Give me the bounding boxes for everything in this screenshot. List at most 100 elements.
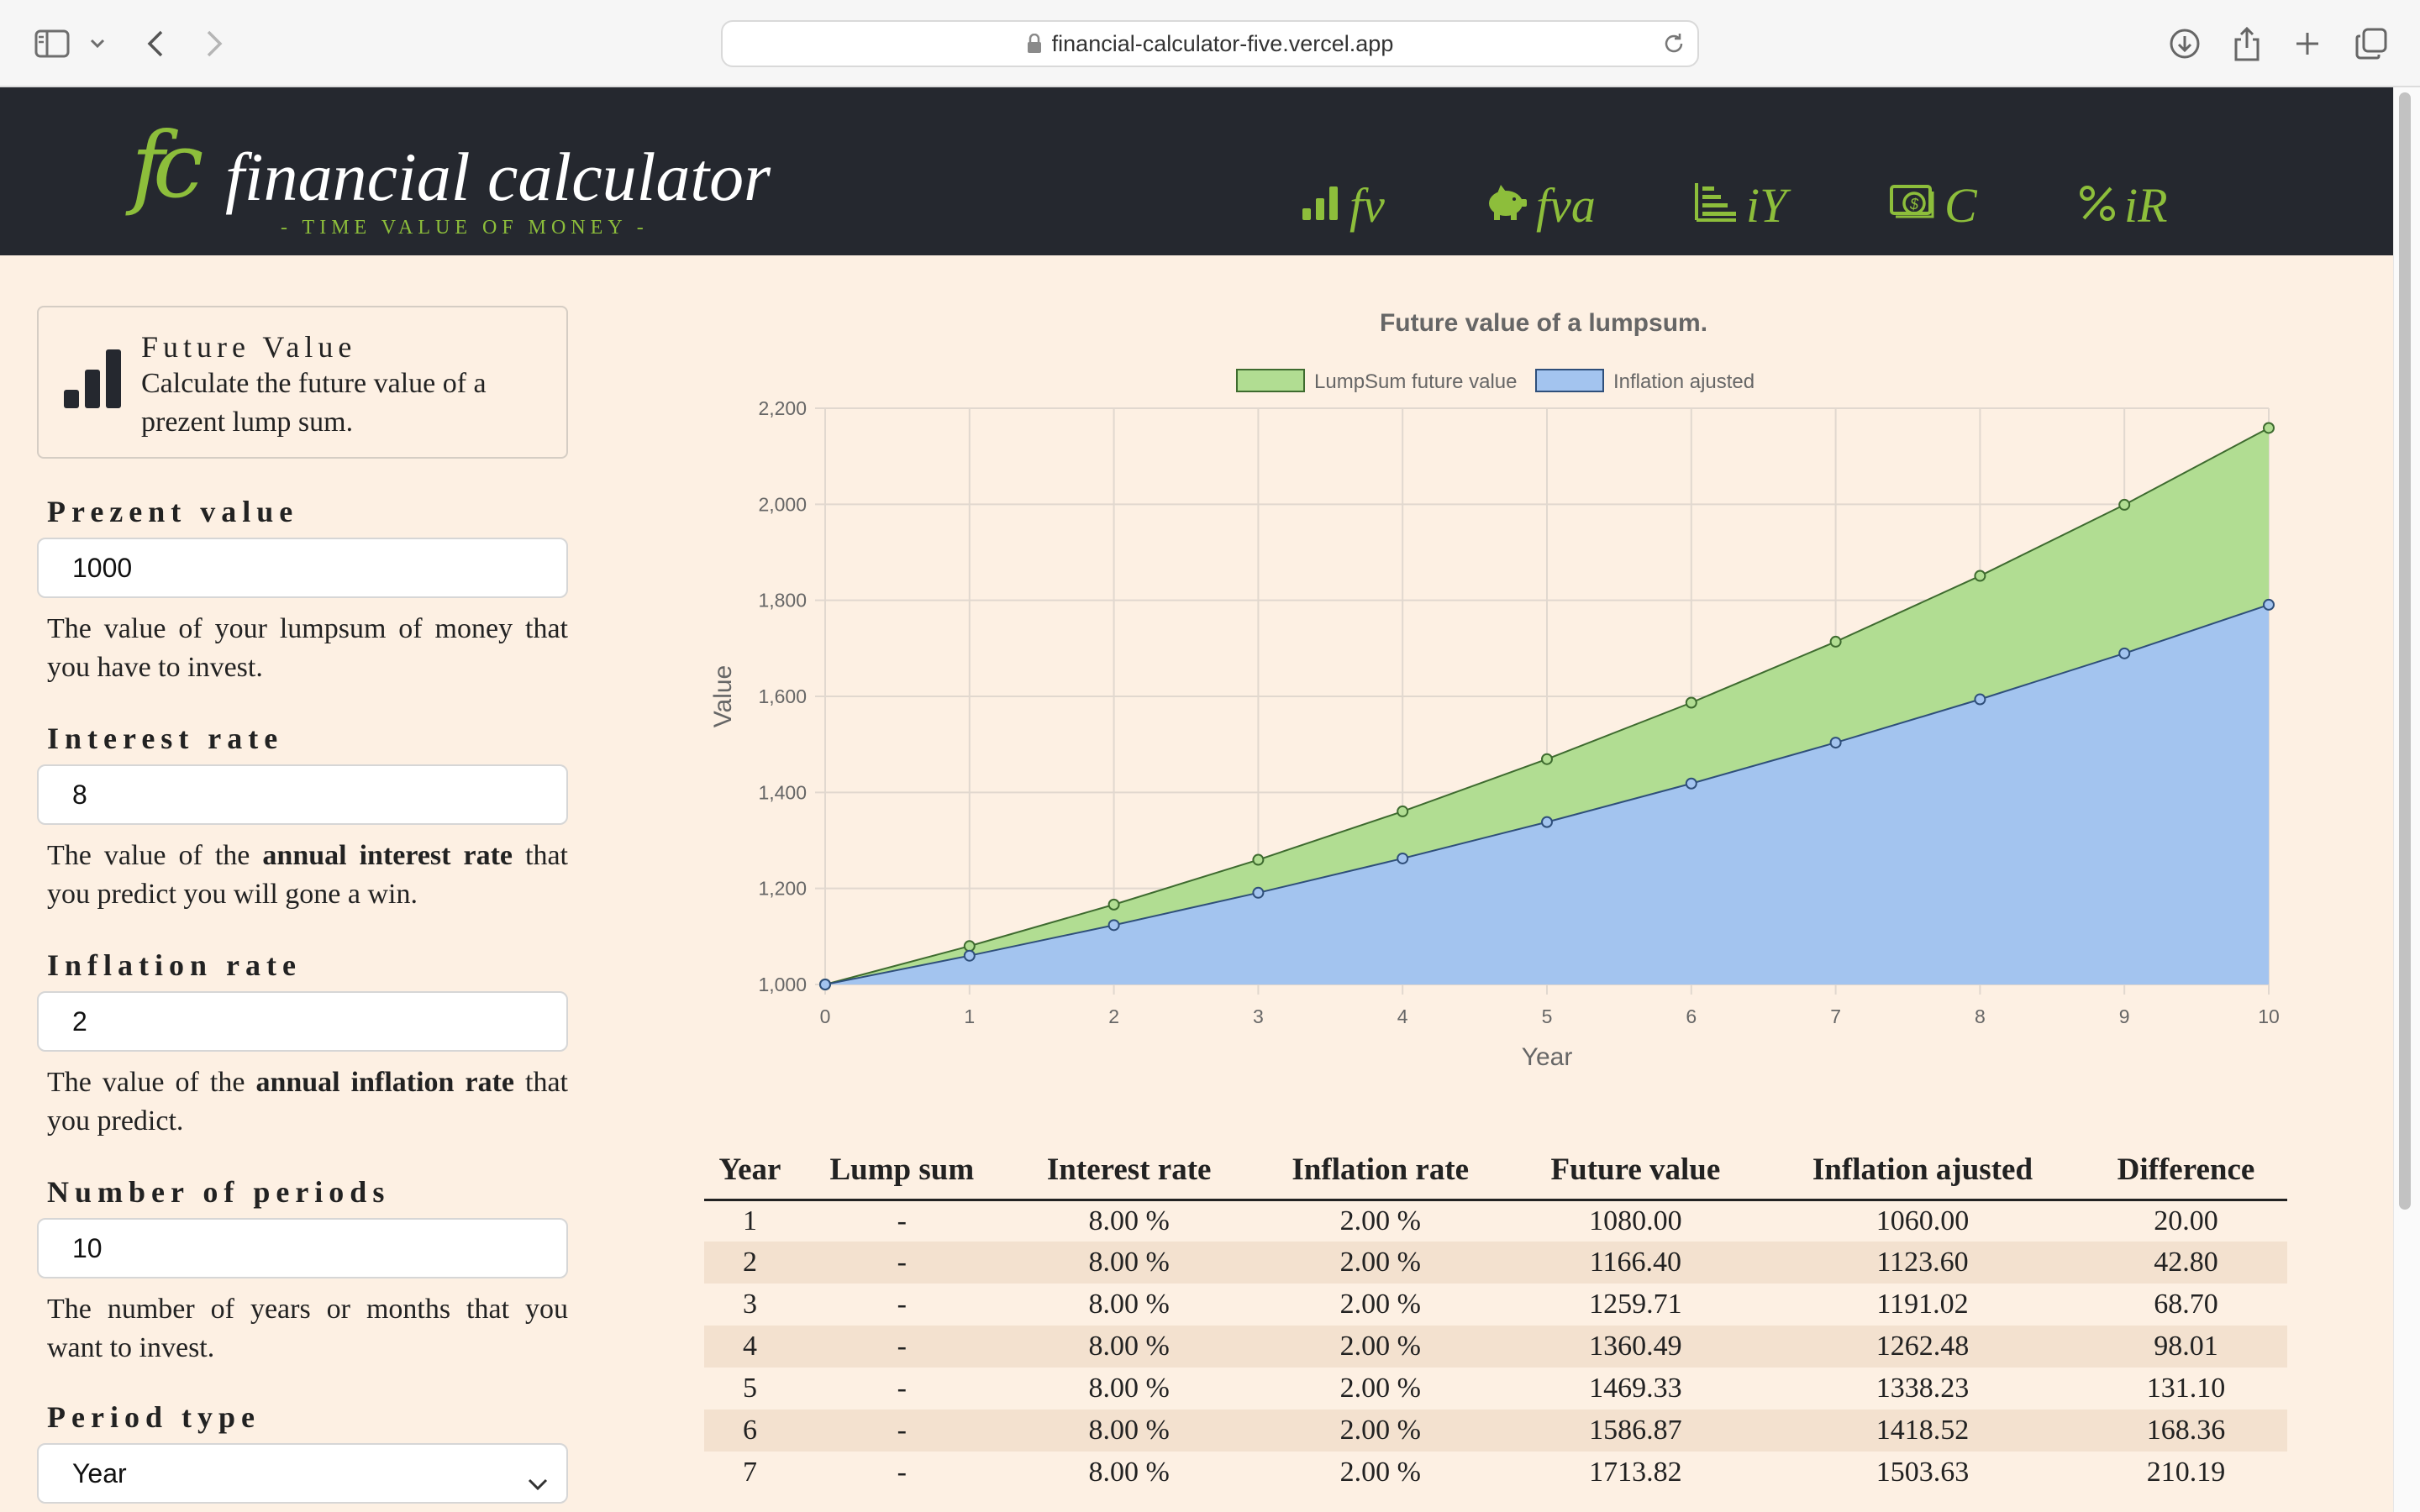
column-header-lump-sum: Lump sum — [795, 1141, 1008, 1201]
data-point-0 — [1541, 753, 1553, 765]
table-cell: 1259.71 — [1589, 1289, 1682, 1320]
table-cell: 8.00 % — [1088, 1457, 1170, 1488]
data-point-1 — [2118, 647, 2131, 659]
table-cell: 2.00 % — [1339, 1289, 1421, 1320]
data-point-0 — [1974, 570, 1986, 582]
table-cell: 2.00 % — [1339, 1373, 1421, 1404]
x-tick-label: 10 — [2258, 1005, 2280, 1027]
tabs-overview-icon[interactable] — [2353, 22, 2390, 66]
nav-c[interactable]: $ C — [1889, 171, 1977, 239]
share-icon[interactable] — [2228, 22, 2265, 66]
browser-toolbar: financial-calculator-five.vercel.app — [0, 0, 2420, 87]
table-cell: 1360.49 — [1510, 1326, 1760, 1368]
logo-subtitle: - TIME VALUE OF MONEY - — [281, 217, 649, 239]
x-tick-label: 2 — [1108, 1005, 1119, 1027]
nav-ir[interactable]: iR — [2079, 171, 2168, 239]
interest-rate-input[interactable] — [37, 764, 568, 825]
table-cell: 3 — [742, 1289, 757, 1320]
y-tick-label: 1,000 — [758, 974, 807, 995]
table-cell: 2 — [704, 1242, 796, 1284]
y-tick-label: 1,600 — [758, 685, 807, 707]
calculator-info-card: Future Value Calculate the future value … — [37, 306, 568, 459]
address-bar[interactable]: financial-calculator-five.vercel.app — [721, 20, 1699, 67]
table-cell: 8.00 % — [1007, 1326, 1250, 1368]
table-cell: - — [897, 1205, 907, 1236]
y-tick-label: 1,200 — [758, 878, 807, 900]
url-text: financial-calculator-five.vercel.app — [1051, 30, 1394, 56]
table-cell: 8.00 % — [1007, 1242, 1250, 1284]
table-cell: 1503.63 — [1876, 1457, 1970, 1488]
table-cell: 8.00 % — [1088, 1205, 1170, 1236]
table-row: 2-8.00 % 2.00 % 1166.40 1123.60 42.80 — [704, 1242, 2287, 1284]
table-cell: 1262.48 — [1760, 1326, 2085, 1368]
inflation-rate-input[interactable] — [37, 991, 568, 1052]
data-point-1 — [1107, 919, 1120, 932]
present-value-help: The value of your lumpsum of money that … — [47, 613, 568, 683]
data-point-1 — [1541, 816, 1553, 828]
period-type-label: Period type — [47, 1400, 260, 1434]
nav-fva[interactable]: fva — [1484, 171, 1596, 239]
sidebar-toggle-icon[interactable] — [32, 22, 72, 66]
table-cell: 1080.00 — [1589, 1205, 1682, 1236]
back-icon[interactable] — [141, 22, 170, 66]
y-tick-label: 2,000 — [758, 493, 807, 515]
table-cell: 8.00 % — [1088, 1373, 1170, 1404]
interest-rate-help: The value of the annual interest rate th… — [47, 840, 568, 910]
forward-icon[interactable] — [200, 22, 229, 66]
table-cell: - — [795, 1410, 1008, 1452]
x-tick-label: 8 — [1975, 1005, 1986, 1027]
x-tick-label: 5 — [1542, 1005, 1553, 1027]
table-cell: 7 — [742, 1457, 757, 1488]
x-tick-label: 3 — [1253, 1005, 1264, 1027]
table-row: 7 - 8.00 % 2.00 % 1713.82 1503.63 210.19 — [704, 1452, 2287, 1494]
table-cell: 1060.00 — [1876, 1205, 1970, 1236]
table-cell: 8.00 % — [1088, 1289, 1170, 1320]
period-type-select[interactable]: Year — [37, 1443, 568, 1504]
money-bill-icon: $ — [1889, 177, 1944, 234]
nav-iy[interactable]: iY — [1694, 171, 1786, 239]
chevron-down-icon — [528, 1467, 548, 1498]
logo-mark[interactable]: fc — [131, 121, 204, 212]
logo-title[interactable]: financial calculator — [225, 143, 771, 212]
piggy-bank-icon — [1484, 177, 1536, 234]
y-tick-label: 2,200 — [758, 397, 807, 419]
data-point-0 — [1685, 696, 1697, 709]
present-value-label: Prezent value — [47, 495, 299, 528]
percent-icon — [2079, 177, 2124, 234]
data-point-0 — [1397, 805, 1409, 817]
nav-c-label: C — [1944, 177, 1977, 233]
y-axis-label: Value — [709, 665, 737, 728]
data-point-0 — [1829, 635, 1842, 648]
scrollbar-thumb[interactable] — [2399, 92, 2411, 1210]
x-axis-label: Year — [1522, 1043, 1573, 1071]
nav-ir-label: iR — [2124, 177, 2168, 233]
reload-icon[interactable] — [1662, 32, 1686, 61]
data-point-0 — [2263, 422, 2275, 434]
table-cell: - — [795, 1326, 1008, 1368]
nav-fva-label: fva — [1536, 177, 1596, 233]
data-point-0 — [963, 940, 976, 953]
chart-title: Future value of a lumpsum. — [1380, 309, 1707, 337]
card-title: Future Value — [141, 330, 357, 364]
table-cell: - — [897, 1373, 907, 1404]
data-point-1 — [963, 949, 976, 962]
legend-swatch-1 — [1535, 369, 1604, 392]
chevron-down-icon[interactable] — [87, 22, 108, 66]
svg-text:$: $ — [1909, 196, 1919, 213]
data-point-1 — [2263, 598, 2275, 611]
periods-input[interactable] — [37, 1218, 568, 1278]
table-cell: 20.00 — [2154, 1205, 2218, 1236]
x-tick-label: 1 — [964, 1005, 975, 1027]
table-cell: 2.00 % — [1339, 1205, 1421, 1236]
table-cell: 8.00 % — [1007, 1410, 1250, 1452]
download-icon[interactable] — [2165, 22, 2205, 66]
data-point-1 — [819, 979, 831, 990]
new-tab-icon[interactable] — [2289, 22, 2326, 66]
interest-rate-label: Interest rate — [47, 722, 284, 755]
nav-fv[interactable]: fv — [1301, 171, 1385, 239]
present-value-input[interactable] — [37, 538, 568, 598]
legend-label-1: Inflation ajusted — [1613, 370, 1754, 393]
legend-swatch-0 — [1236, 369, 1305, 392]
data-point-0 — [2118, 498, 2131, 511]
data-point-0 — [1107, 898, 1120, 911]
